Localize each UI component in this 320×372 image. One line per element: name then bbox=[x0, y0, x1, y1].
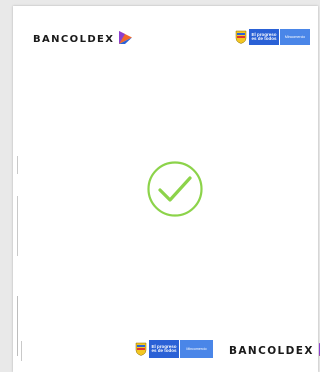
gov-slogan: El progreso es de todos bbox=[249, 29, 279, 45]
check-circle-icon bbox=[147, 161, 203, 217]
government-logo-footer: El progreso es de todos Mincomercio bbox=[135, 340, 213, 358]
brand-name: BANCOLDEX bbox=[33, 33, 115, 45]
coat-of-arms-icon bbox=[235, 30, 247, 44]
bancoldex-logo: BANCOLDEX bbox=[33, 31, 133, 47]
gov-ministry: Mincomercio bbox=[280, 29, 310, 45]
side-mark-line bbox=[17, 196, 18, 256]
document-page: BANCOLDEX El progreso es de todos Mincom… bbox=[13, 6, 320, 372]
gov-slogan-footer: El progreso es de todos bbox=[149, 340, 179, 358]
bancoldex-logo-footer: BANCOLDEX bbox=[229, 343, 320, 359]
government-logo: El progreso es de todos Mincomercio bbox=[235, 29, 310, 45]
side-margin-marks bbox=[17, 156, 27, 366]
brand-name-footer: BANCOLDEX bbox=[229, 345, 314, 357]
gov-ministry-footer: Mincomercio bbox=[180, 340, 213, 358]
side-mark-line bbox=[21, 341, 22, 361]
bancoldex-mark-icon bbox=[119, 31, 133, 47]
side-mark-line bbox=[17, 156, 18, 174]
coat-of-arms-icon bbox=[135, 342, 147, 356]
side-mark-line bbox=[17, 296, 18, 356]
